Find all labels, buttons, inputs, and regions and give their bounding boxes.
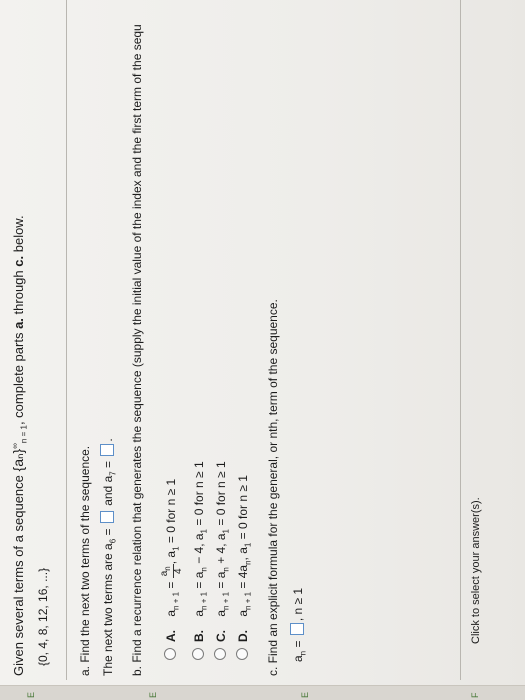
header-part-c: c. [11,255,26,267]
sequence-upper-bound: ∞ [10,443,20,449]
option-letter: B. [192,630,206,642]
subscript: n + 1 [221,591,231,610]
sequence-terms: {0, 4, 8, 12, 16, ...} [36,567,50,666]
numerator: a [159,570,170,577]
equals: = [164,578,179,592]
option-a[interactable]: A. an + 1 = an 4, a1 = 0 for n ≥ 1 [159,478,184,660]
period: . [101,438,115,442]
option-text: , a [236,547,250,561]
option-c[interactable]: C. an + 1 = an + 4, a1 = 0 for n ≥ 1 [214,461,230,660]
subscript: 1 [221,528,231,534]
radio-button[interactable] [236,648,248,660]
edge-label: E [26,691,36,698]
part-a-and: and a [101,475,115,510]
part-c-condition: , n ≥ 1 [291,587,305,622]
rotated-page: E E E F Given several terms of a sequenc… [0,0,525,700]
question-panel: Given several terms of a sequence {aₙ}∞n… [0,0,525,684]
subscript: n [243,560,253,565]
equals: = [101,457,115,472]
radio-button[interactable] [192,648,204,660]
subscript: 1 [199,528,209,534]
subscript: n [199,567,209,572]
option-text: = 0 for n ≥ 1 [192,461,206,529]
edge-label: E [148,691,158,698]
header-mid: , complete parts [11,332,26,426]
option-b[interactable]: B. an + 1 = an − 4, a1 = 0 for n ≥ 1 [192,461,208,660]
option-text: = 4a [236,564,250,592]
header-part-a: a. [11,318,26,329]
option-letter: D. [236,630,250,642]
option-text: a [164,609,179,617]
sequence-lower-bound: n = 1 [19,425,29,444]
subscript: n [221,567,231,572]
radio-button[interactable] [214,648,226,660]
divider [460,0,461,680]
subscript: n + 1 [243,591,253,610]
question-header: Given several terms of a sequence {aₙ}∞n… [10,215,29,676]
option-text: = 0 for n ≥ 1 [214,461,228,529]
divider [66,0,67,680]
part-c-lhs: a [291,655,305,662]
select-answer-hint: Click to select your answer(s). [470,497,482,644]
option-text: a [214,609,228,617]
sequence-symbol: {aₙ} [10,448,26,472]
left-sidebar-strip: E E E F [0,685,525,700]
option-text: a [192,609,206,617]
option-text: = 0 for n ≥ 1 [164,478,179,547]
header-through: through [11,270,26,315]
part-c-title: c. Find an explicit formula for the gene… [266,299,280,676]
explicit-formula-answer-box[interactable] [290,623,304,636]
header-prefix: Given several terms of a sequence [11,475,26,676]
subscript: n [298,650,308,656]
option-letter: C. [214,630,228,642]
header-suffix: below. [11,215,26,253]
subscript: n [163,566,172,571]
fraction: an 4 [159,564,184,579]
option-text: = a [214,571,228,592]
part-b-title: b. Find a recurrence relation that gener… [130,24,144,676]
part-c-answer-line: an = , n ≥ 1 [290,588,307,662]
subscript: n + 1 [199,591,209,610]
equals: = [101,525,115,539]
equals: = [291,637,305,651]
subscript: 7 [108,471,118,476]
denominator: 4 [173,568,184,575]
option-text: , a [164,550,179,565]
option-text: + 4, a [214,533,228,568]
part-a-title: a. Find the next two terms of the sequen… [78,445,92,676]
subscript: 1 [243,542,253,548]
subscript: 1 [171,546,181,551]
radio-button[interactable] [164,648,177,660]
subscript: n + 1 [171,591,181,610]
a6-answer-box[interactable] [100,511,114,524]
option-d[interactable]: D. an + 1 = 4an, a1 = 0 for n ≥ 1 [236,475,252,660]
option-text: = 0 for n ≥ 1 [236,475,250,543]
edge-label: E [300,691,310,698]
option-text: a [236,609,250,617]
part-a-text: The next two terms are a [101,543,115,676]
edge-label: F [470,692,480,699]
option-text: = a [192,571,206,592]
part-a-answer-line: The next two terms are a6 = and a7 = . [100,438,117,676]
option-text: − 4, a [192,533,206,568]
option-letter: A. [164,630,179,642]
subscript: 6 [108,538,118,544]
a7-answer-box[interactable] [100,443,114,456]
